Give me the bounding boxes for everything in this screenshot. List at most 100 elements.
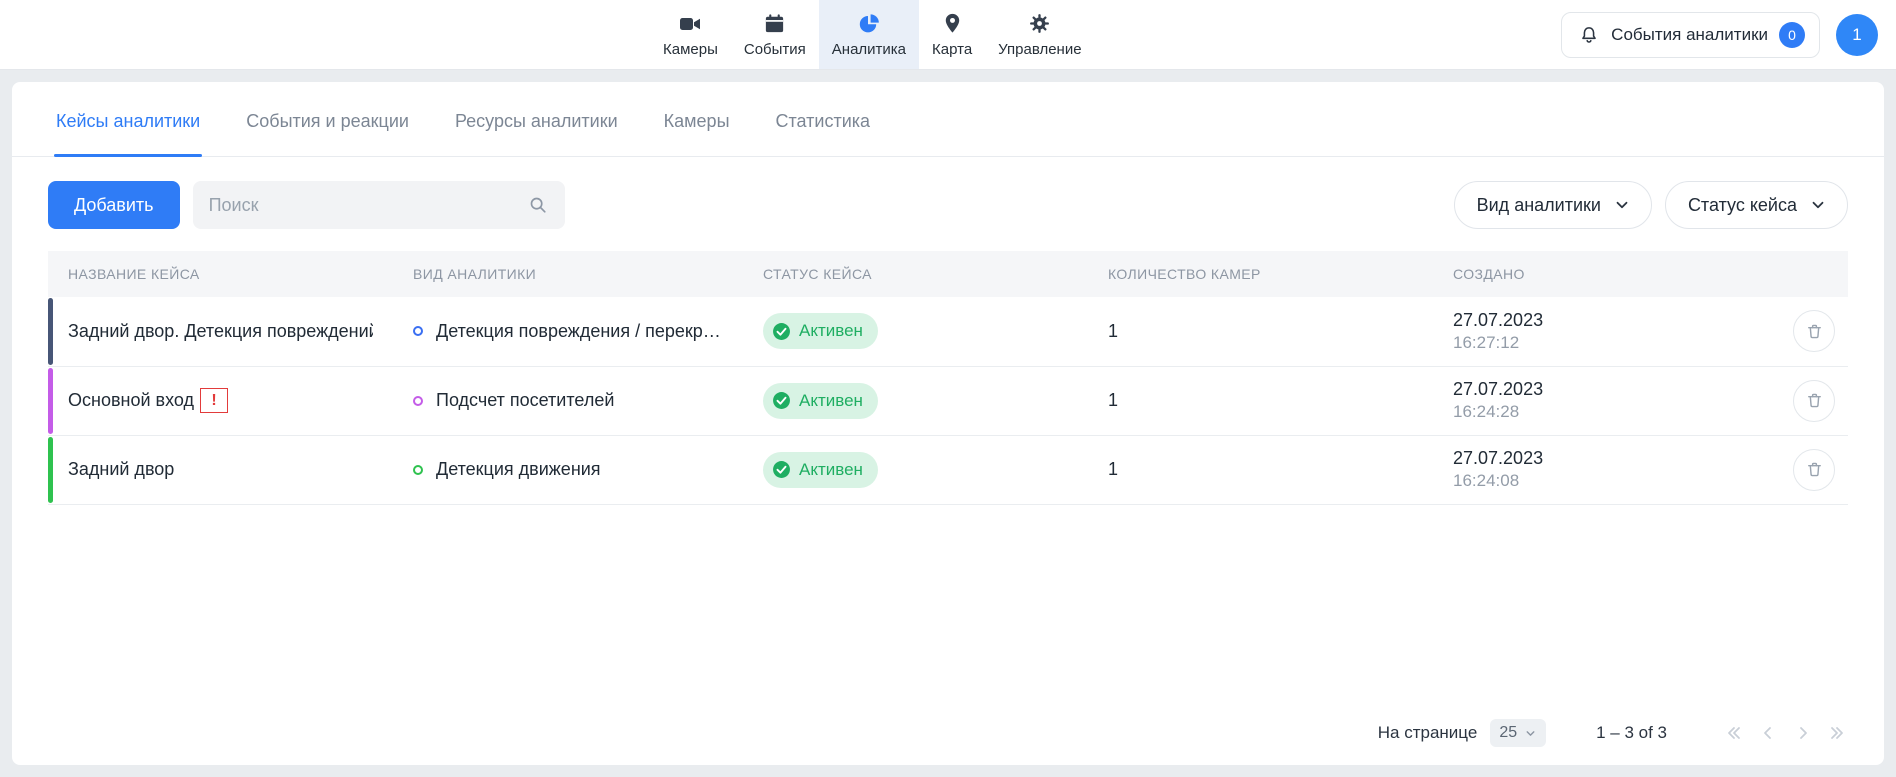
case-name: Задний двор. Детекция повреждений xyxy=(68,321,373,342)
user-avatar[interactable]: 1 xyxy=(1836,14,1878,56)
status-label: Активен xyxy=(799,460,863,480)
analytics-events-button[interactable]: События аналитики 0 xyxy=(1561,12,1820,58)
created-time: 16:27:12 xyxy=(1453,332,1753,354)
nav-label: Управление xyxy=(998,41,1081,58)
check-circle-icon xyxy=(772,391,791,410)
per-page-label: На странице xyxy=(1378,723,1478,743)
analytics-page-card: Кейсы аналитики События и реакции Ресурс… xyxy=(12,82,1884,765)
analytics-type-label: Детекция движения xyxy=(436,459,601,480)
analytics-type-dot xyxy=(413,396,423,406)
next-page-icon[interactable] xyxy=(1793,723,1813,743)
analytics-type-dot xyxy=(413,465,423,475)
header-case-status: СТАТУС КЕЙСА xyxy=(743,251,1088,297)
cases-table-wrap: НАЗВАНИЕ КЕЙСА ВИД АНАЛИТИКИ СТАТУС КЕЙС… xyxy=(12,251,1884,701)
camera-count: 1 xyxy=(1088,435,1433,504)
main-nav: Камеры События Аналитика Карта Управлени… xyxy=(650,0,1095,69)
nav-label: Камеры xyxy=(663,41,718,58)
nav-item-map[interactable]: Карта xyxy=(919,0,985,69)
case-status-filter[interactable]: Статус кейса xyxy=(1665,181,1848,229)
analytics-type-label: Подсчет посетителей xyxy=(436,390,614,411)
last-page-icon[interactable] xyxy=(1828,723,1848,743)
nav-label: События xyxy=(744,41,806,58)
analytics-type-filter[interactable]: Вид аналитики xyxy=(1454,181,1652,229)
chevron-down-icon xyxy=(1524,727,1537,740)
chevron-down-icon xyxy=(1613,196,1631,214)
case-color-stripe xyxy=(48,368,53,434)
created-time: 16:24:28 xyxy=(1453,401,1753,423)
toolbar: Добавить Вид аналитики Статус кейса xyxy=(12,157,1884,251)
status-badge: Активен xyxy=(763,452,878,488)
trash-icon xyxy=(1805,322,1824,341)
created-time: 16:24:08 xyxy=(1453,470,1753,492)
table-row[interactable]: Основной вход ! Подсчет посетителей xyxy=(48,366,1848,435)
events-count-badge: 0 xyxy=(1779,22,1805,48)
created-date: 27.07.2023 xyxy=(1453,447,1753,470)
created-date: 27.07.2023 xyxy=(1453,378,1753,401)
per-page-value: 25 xyxy=(1499,724,1517,742)
trash-icon xyxy=(1805,460,1824,479)
tab-analytics-cases[interactable]: Кейсы аналитики xyxy=(54,82,202,156)
camera-count: 1 xyxy=(1088,297,1433,366)
nav-item-analytics[interactable]: Аналитика xyxy=(819,0,919,69)
check-circle-icon xyxy=(772,322,791,341)
table-row[interactable]: Задний двор Детекция движения xyxy=(48,435,1848,504)
nav-label: Аналитика xyxy=(832,41,906,58)
delete-case-button[interactable] xyxy=(1793,380,1835,422)
header-case-name: НАЗВАНИЕ КЕЙСА xyxy=(48,251,393,297)
pagination-bar: На странице 25 1 – 3 of 3 xyxy=(12,701,1884,765)
case-color-stripe xyxy=(48,298,53,365)
status-label: Активен xyxy=(799,391,863,411)
status-badge: Активен xyxy=(763,383,878,419)
nav-label: Карта xyxy=(932,41,972,58)
camera-count: 1 xyxy=(1088,366,1433,435)
tab-analytics-resources[interactable]: Ресурсы аналитики xyxy=(453,82,620,156)
table-header-row: НАЗВАНИЕ КЕЙСА ВИД АНАЛИТИКИ СТАТУС КЕЙС… xyxy=(48,251,1848,297)
search-box xyxy=(193,181,565,229)
nav-item-events[interactable]: События xyxy=(731,0,819,69)
status-label: Активен xyxy=(799,321,863,341)
tab-cameras[interactable]: Камеры xyxy=(662,82,732,156)
topbar-right: События аналитики 0 1 xyxy=(1561,0,1878,69)
search-input[interactable] xyxy=(209,195,517,216)
case-color-stripe xyxy=(48,437,53,503)
tab-bar: Кейсы аналитики События и реакции Ресурс… xyxy=(12,82,1884,157)
prev-page-icon[interactable] xyxy=(1758,723,1778,743)
page-range-label: 1 – 3 of 3 xyxy=(1596,723,1667,743)
header-created: СОЗДАНО xyxy=(1433,251,1773,297)
chevron-down-icon xyxy=(1809,196,1827,214)
trash-icon xyxy=(1805,391,1824,410)
camera-icon xyxy=(678,12,702,36)
search-icon xyxy=(527,194,549,216)
delete-case-button[interactable] xyxy=(1793,449,1835,491)
bell-icon xyxy=(1578,24,1600,46)
first-page-icon[interactable] xyxy=(1723,723,1743,743)
events-calendar-icon xyxy=(763,12,786,36)
map-pin-icon xyxy=(941,12,964,36)
cases-table: НАЗВАНИЕ КЕЙСА ВИД АНАЛИТИКИ СТАТУС КЕЙС… xyxy=(48,251,1848,505)
top-bar: Камеры События Аналитика Карта Управлени… xyxy=(0,0,1896,70)
analytics-type-dot xyxy=(413,326,423,336)
add-button[interactable]: Добавить xyxy=(48,181,180,229)
delete-case-button[interactable] xyxy=(1793,310,1835,352)
case-name: Основной вход xyxy=(68,390,194,411)
case-status-filter-label: Статус кейса xyxy=(1688,195,1797,216)
per-page-control: На странице 25 xyxy=(1378,719,1546,747)
tab-statistics[interactable]: Статистика xyxy=(774,82,873,156)
table-row[interactable]: Задний двор. Детекция повреждений Детекц… xyxy=(48,297,1848,366)
header-actions xyxy=(1773,251,1848,297)
analytics-type-label: Детекция повреждения / перекр… xyxy=(436,321,721,342)
created-date: 27.07.2023 xyxy=(1453,309,1753,332)
events-button-label: События аналитики xyxy=(1611,25,1768,45)
nav-item-management[interactable]: Управление xyxy=(985,0,1094,69)
gear-icon xyxy=(1028,12,1051,36)
analytics-pie-icon xyxy=(857,12,881,36)
header-analytics-type: ВИД АНАЛИТИКИ xyxy=(393,251,743,297)
analytics-type-filter-label: Вид аналитики xyxy=(1477,195,1601,216)
header-camera-count: КОЛИЧЕСТВО КАМЕР xyxy=(1088,251,1433,297)
warning-icon[interactable]: ! xyxy=(200,388,228,413)
page-arrows xyxy=(1723,723,1848,743)
per-page-select[interactable]: 25 xyxy=(1490,719,1546,747)
tab-events-reactions[interactable]: События и реакции xyxy=(244,82,411,156)
nav-item-cameras[interactable]: Камеры xyxy=(650,0,731,69)
case-name: Задний двор xyxy=(68,459,174,480)
